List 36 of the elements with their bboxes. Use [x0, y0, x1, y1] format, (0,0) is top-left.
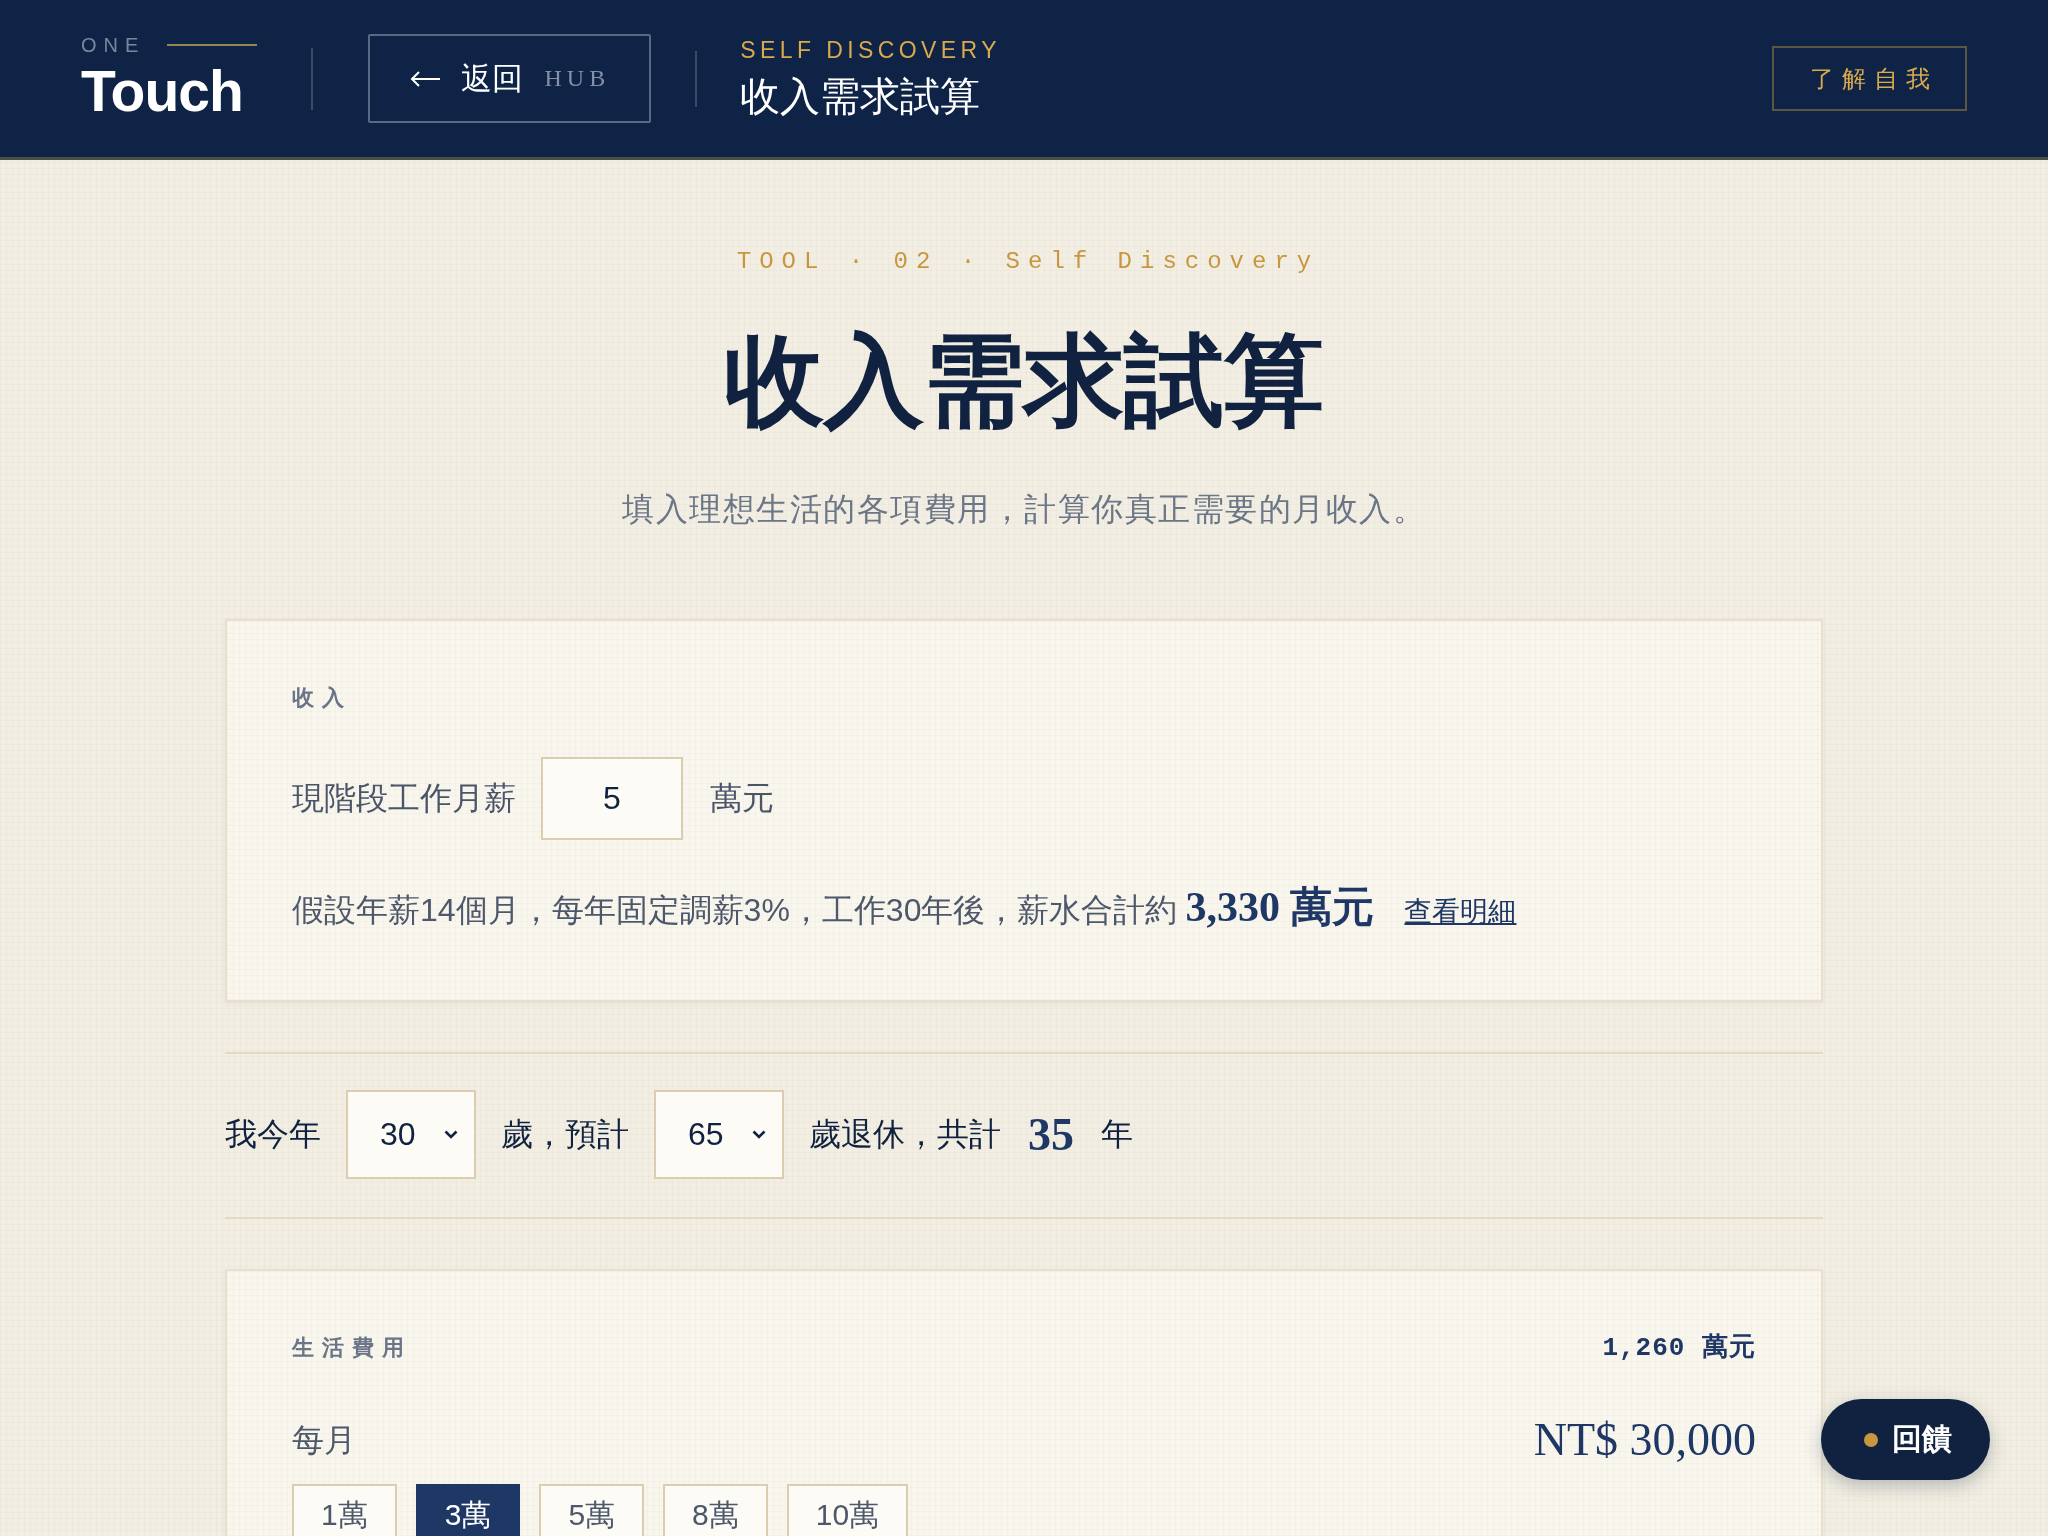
- arrow-left-icon: [409, 70, 441, 87]
- age-label: 歲，預計: [501, 1114, 629, 1154]
- chevron-down-icon: [444, 1130, 458, 1139]
- amount-option[interactable]: 3萬: [415, 1484, 521, 1536]
- back-button[interactable]: 返回 HUB: [368, 34, 652, 123]
- page-title: 收入需求試算: [724, 325, 1324, 439]
- salary-summary: 假設年薪14個月，每年固定調薪3%，工作30年後，薪水合計約 3,330 萬元: [292, 883, 1375, 932]
- monthly-amount: NT$ 30,000: [1533, 1413, 1756, 1467]
- section-label: 收入: [292, 684, 352, 712]
- section-eyebrow: SELF DISCOVERY: [740, 35, 1001, 64]
- section-title: 收入需求試算: [740, 72, 982, 121]
- hero-eyebrow: TOOL · 02 · Self Discovery: [735, 247, 1320, 277]
- amount-option[interactable]: 10萬: [786, 1484, 909, 1536]
- details-link[interactable]: 查看明細: [1404, 884, 1517, 940]
- years-unit: 年: [1101, 1114, 1133, 1154]
- amount-option[interactable]: 8萬: [663, 1484, 768, 1536]
- age-select[interactable]: 65: [654, 1090, 784, 1179]
- section-label: 生活費用: [292, 1334, 412, 1362]
- brand-overline: ONE: [81, 32, 146, 57]
- cost-total: 1,260 萬元: [1602, 1333, 1756, 1363]
- years-value: 35: [1027, 1108, 1075, 1161]
- dot-icon: [1863, 1432, 1878, 1447]
- age-label: 我今年: [225, 1114, 321, 1154]
- amount-option[interactable]: 1萬: [292, 1484, 397, 1536]
- feedback-button[interactable]: 回饋: [1821, 1399, 1990, 1480]
- chevron-down-icon: [752, 1130, 766, 1139]
- age-select[interactable]: 30: [346, 1090, 476, 1179]
- age-label: 歲退休，共計: [809, 1114, 1001, 1154]
- brand-logo: Touch: [81, 60, 244, 121]
- period-label: 每月: [292, 1421, 356, 1460]
- unit-label: 萬元: [710, 778, 774, 818]
- salary-label: 現階段工作月薪: [292, 778, 516, 818]
- page-subtitle: 填入理想生活的各項費用，計算你真正需要的月收入。: [622, 490, 1426, 529]
- amount-option[interactable]: 5萬: [539, 1484, 645, 1536]
- salary-input[interactable]: 5: [541, 757, 683, 840]
- about-button[interactable]: 了解自我: [1772, 46, 1967, 111]
